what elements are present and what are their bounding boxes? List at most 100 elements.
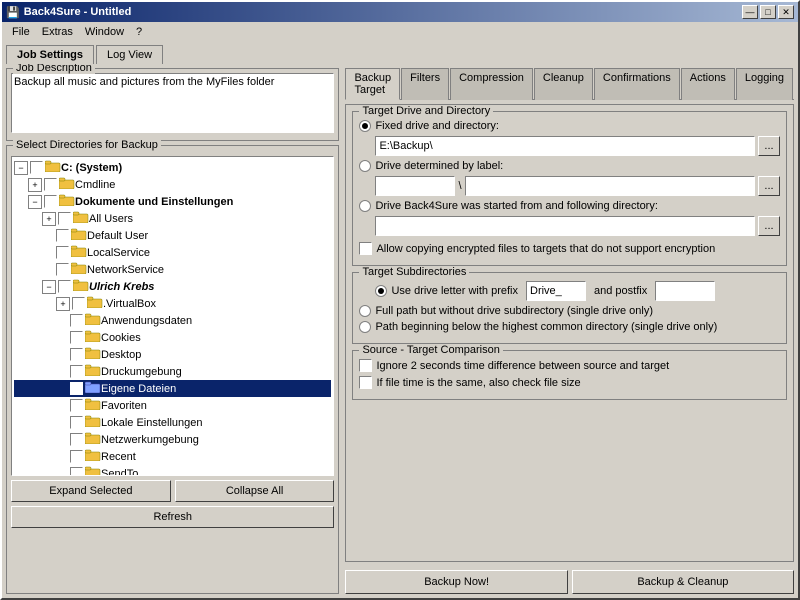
- folder-icon-cookies: [85, 330, 101, 345]
- expand-c-system[interactable]: −: [14, 161, 28, 175]
- menubar: File Extras Window ?: [2, 22, 798, 42]
- ignore-2sec-checkbox[interactable]: [359, 359, 372, 372]
- path-beginning-radio[interactable]: [359, 321, 371, 333]
- checkbox-default-user[interactable]: [56, 229, 69, 242]
- drive-label-browse-button[interactable]: ...: [758, 176, 780, 196]
- tab-compression[interactable]: Compression: [450, 68, 533, 100]
- checkbox-anwendungsdaten[interactable]: [70, 314, 83, 327]
- tree-item-eigene-dateien[interactable]: ✓ Eigene Dateien: [14, 380, 331, 397]
- collapse-all-button[interactable]: Collapse All: [175, 480, 335, 502]
- checkbox-eigene-dateien[interactable]: ✓: [70, 382, 83, 395]
- tab-logging[interactable]: Logging: [736, 68, 793, 100]
- backup-target-content: Target Drive and Directory Fixed drive a…: [345, 104, 794, 562]
- checkbox-cmdline[interactable]: [44, 178, 57, 191]
- encrypt-label: Allow copying encrypted files to targets…: [376, 243, 715, 255]
- checkbox-dokumente[interactable]: [44, 195, 57, 208]
- menu-extras[interactable]: Extras: [36, 24, 79, 40]
- expand-ulrich-krebs[interactable]: −: [42, 280, 56, 294]
- tree-item-sendto[interactable]: SendTo: [14, 465, 331, 476]
- tree-item-druckumgebung[interactable]: Druckumgebung: [14, 363, 331, 380]
- tree-item-dokumente[interactable]: − Dokumente und Einstellungen: [14, 193, 331, 210]
- drive-postfix-input[interactable]: [655, 281, 715, 301]
- tree-item-desktop[interactable]: Desktop: [14, 346, 331, 363]
- tree-item-network-service[interactable]: NetworkService: [14, 261, 331, 278]
- use-drive-letter-radio[interactable]: [375, 285, 387, 297]
- folder-icon-lokale-einstellungen: [85, 415, 101, 430]
- checkbox-all-users[interactable]: [58, 212, 71, 225]
- target-drive-group: Target Drive and Directory Fixed drive a…: [352, 111, 787, 266]
- tab-filters[interactable]: Filters: [401, 68, 449, 100]
- checkbox-c-system[interactable]: [30, 161, 43, 174]
- label-eigene-dateien: Eigene Dateien: [101, 383, 176, 395]
- tree-item-virtualbox[interactable]: + .VirtualBox: [14, 295, 331, 312]
- drive-started-input-row: ...: [375, 216, 780, 236]
- full-path-radio[interactable]: [359, 305, 371, 317]
- drive-label-input[interactable]: [375, 176, 455, 196]
- tab-cleanup[interactable]: Cleanup: [534, 68, 593, 100]
- encrypt-checkbox[interactable]: [359, 242, 372, 255]
- check-filesize-checkbox[interactable]: [359, 376, 372, 389]
- menu-file[interactable]: File: [6, 24, 36, 40]
- close-button[interactable]: ✕: [778, 5, 794, 19]
- fixed-drive-input[interactable]: [375, 136, 755, 156]
- tab-confirmations[interactable]: Confirmations: [594, 68, 680, 100]
- drive-suffix-input[interactable]: [465, 176, 755, 196]
- checkbox-local-service[interactable]: [56, 246, 69, 259]
- target-subdirs-title: Target Subdirectories: [359, 266, 469, 278]
- expand-dokumente[interactable]: −: [28, 195, 42, 209]
- tree-item-lokale-einstellungen[interactable]: Lokale Einstellungen: [14, 414, 331, 431]
- fixed-drive-browse-button[interactable]: ...: [758, 136, 780, 156]
- select-directories-label: Select Directories for Backup: [13, 139, 161, 151]
- checkbox-virtualbox[interactable]: [72, 297, 85, 310]
- tree-item-netzwerkumgebung[interactable]: Netzwerkumgebung: [14, 431, 331, 448]
- directory-tree[interactable]: − C: (System) + Cmdlin: [11, 156, 334, 476]
- tree-item-c-system[interactable]: − C: (System): [14, 159, 331, 176]
- menu-window[interactable]: Window: [79, 24, 130, 40]
- checkbox-desktop[interactable]: [70, 348, 83, 361]
- path-beginning-label: Path beginning below the highest common …: [375, 321, 717, 333]
- backup-now-button[interactable]: Backup Now!: [345, 570, 567, 594]
- check-filesize-label: If file time is the same, also check fil…: [376, 377, 580, 389]
- tab-log-view[interactable]: Log View: [96, 45, 163, 64]
- tree-item-all-users[interactable]: + All Users: [14, 210, 331, 227]
- tree-item-favoriten[interactable]: Favoriten: [14, 397, 331, 414]
- checkbox-lokale-einstellungen[interactable]: [70, 416, 83, 429]
- expand-selected-button[interactable]: Expand Selected: [11, 480, 171, 502]
- checkbox-ulrich-krebs[interactable]: [58, 280, 71, 293]
- folder-icon-druckumgebung: [85, 364, 101, 379]
- tree-item-default-user[interactable]: Default User: [14, 227, 331, 244]
- fixed-drive-label: Fixed drive and directory:: [375, 120, 499, 132]
- expand-all-users[interactable]: +: [42, 212, 56, 226]
- tree-item-recent[interactable]: Recent: [14, 448, 331, 465]
- refresh-button[interactable]: Refresh: [11, 506, 334, 528]
- drive-started-radio[interactable]: [359, 200, 371, 212]
- checkbox-favoriten[interactable]: [70, 399, 83, 412]
- tree-item-ulrich-krebs[interactable]: − Ulrich Krebs: [14, 278, 331, 295]
- checkbox-recent[interactable]: [70, 450, 83, 463]
- drive-by-label-radio[interactable]: [359, 160, 371, 172]
- drive-started-browse-button[interactable]: ...: [758, 216, 780, 236]
- checkbox-druckumgebung[interactable]: [70, 365, 83, 378]
- job-description-input[interactable]: Backup all music and pictures from the M…: [11, 73, 334, 133]
- menu-help[interactable]: ?: [130, 24, 148, 40]
- expand-cmdline[interactable]: +: [28, 178, 42, 192]
- tree-item-cookies[interactable]: Cookies: [14, 329, 331, 346]
- expand-virtualbox[interactable]: +: [56, 297, 70, 311]
- tree-item-local-service[interactable]: LocalService: [14, 244, 331, 261]
- fixed-drive-radio[interactable]: [359, 120, 371, 132]
- checkbox-netzwerkumgebung[interactable]: [70, 433, 83, 446]
- tree-item-cmdline[interactable]: + Cmdline: [14, 176, 331, 193]
- source-target-title: Source - Target Comparison: [359, 344, 502, 356]
- drive-prefix-input[interactable]: [526, 281, 586, 301]
- checkbox-cookies[interactable]: [70, 331, 83, 344]
- tab-job-settings[interactable]: Job Settings: [6, 45, 94, 64]
- checkbox-sendto[interactable]: [70, 467, 83, 476]
- drive-started-input[interactable]: [375, 216, 755, 236]
- tree-item-anwendungsdaten[interactable]: Anwendungsdaten: [14, 312, 331, 329]
- maximize-button[interactable]: □: [760, 5, 776, 19]
- checkbox-network-service[interactable]: [56, 263, 69, 276]
- tab-actions[interactable]: Actions: [681, 68, 735, 100]
- backup-cleanup-button[interactable]: Backup & Cleanup: [572, 570, 794, 594]
- tab-backup-target[interactable]: Backup Target: [345, 68, 400, 100]
- minimize-button[interactable]: —: [742, 5, 758, 19]
